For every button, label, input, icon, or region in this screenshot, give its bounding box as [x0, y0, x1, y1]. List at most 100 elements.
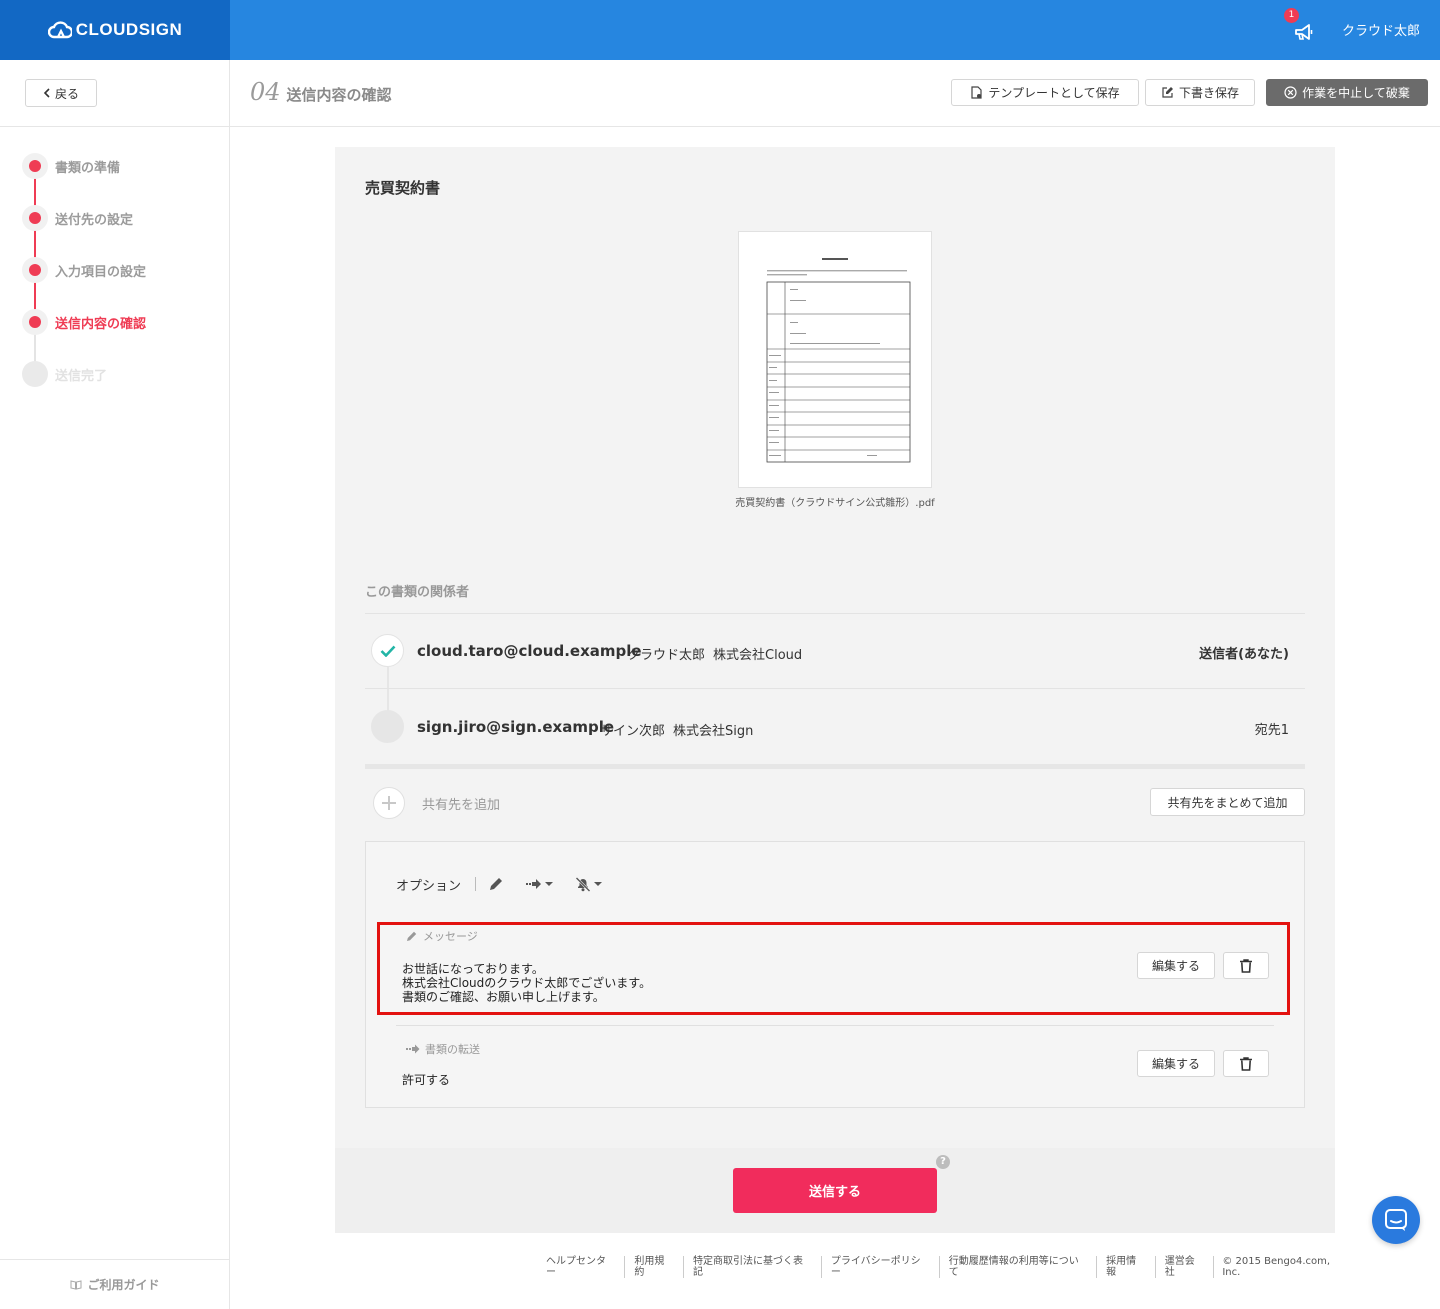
chevron-left-icon — [43, 88, 50, 98]
document-title: 売買契約書 — [365, 179, 441, 197]
party-company: 株式会社Sign — [673, 724, 754, 739]
sidebar-step-fields: 入力項目の設定 — [22, 257, 146, 283]
book-icon — [70, 1279, 82, 1290]
cloud-logo-icon — [47, 21, 72, 39]
step-label: 送信完了 — [55, 368, 108, 384]
forward-arrow-icon — [406, 1044, 420, 1054]
save-draft-button[interactable]: 下書き保存 — [1145, 79, 1255, 106]
party-row-recipient: sign.jiro@sign.example サイン次郎 株式会社Sign 宛先… — [365, 689, 1305, 763]
add-share-button[interactable] — [373, 787, 405, 819]
forwarding-option: 書類の転送 許可する 編集する — [396, 1041, 1276, 1091]
footer-link-help[interactable]: ヘルプセンター — [540, 1256, 626, 1278]
party-email: cloud.taro@cloud.example — [417, 642, 642, 660]
pencil-icon — [490, 878, 503, 890]
party-role: 宛先1 — [1254, 723, 1289, 738]
forward-option-dropdown[interactable] — [526, 878, 554, 890]
send-help-icon[interactable]: ? — [936, 1155, 950, 1169]
plus-icon — [382, 796, 396, 810]
step-dot — [22, 309, 48, 335]
chat-support-button[interactable] — [1372, 1196, 1420, 1244]
message-body: お世話になっております。 株式会社Cloudのクラウド太郎でございます。 書類の… — [402, 962, 652, 1004]
party-row-sender: cloud.taro@cloud.example クラウド太郎 株式会社Clou… — [365, 614, 1305, 688]
footer-link-careers[interactable]: 採用情報 — [1097, 1256, 1156, 1278]
parties-section-title: この書類の関係者 — [365, 585, 470, 600]
bell-off-icon — [575, 877, 591, 892]
footer-link-terms[interactable]: 利用規約 — [625, 1256, 684, 1278]
user-menu[interactable]: クラウド太郎 — [1342, 20, 1420, 39]
trash-icon — [1240, 1056, 1252, 1071]
caret-down-icon — [594, 882, 603, 886]
back-button[interactable]: 戻る — [25, 79, 97, 107]
divider — [396, 1025, 1274, 1026]
forwarding-label-row: 書類の転送 — [406, 1041, 480, 1057]
brand-name: CLOUDSIGN — [75, 20, 183, 39]
sidebar-step-complete: 送信完了 — [22, 361, 107, 387]
step-dot — [22, 153, 48, 179]
sidebar-step-recipients: 送付先の設定 — [22, 205, 133, 231]
sub-header-left: 戻る — [0, 60, 230, 126]
step-dot — [22, 361, 48, 387]
footer-link-company[interactable]: 運営会社 — [1156, 1256, 1215, 1278]
message-label-row: メッセージ — [406, 928, 478, 944]
step-number: 04 — [250, 78, 281, 106]
edit-forwarding-button[interactable]: 編集する — [1137, 1050, 1215, 1077]
sidebar-step-prepare: 書類の準備 — [22, 153, 120, 179]
options-toolbar: オプション — [396, 874, 624, 894]
step-label: 入力項目の設定 — [55, 264, 147, 280]
add-share-label[interactable]: 共有先を追加 — [422, 794, 500, 813]
announcement-button[interactable]: 1 — [1284, 8, 1315, 44]
notification-option-dropdown[interactable] — [575, 876, 603, 892]
edit-square-icon — [1162, 87, 1173, 98]
send-area: 送信する ? — [335, 1148, 1335, 1233]
trash-icon — [1240, 958, 1252, 973]
party-status — [371, 634, 404, 667]
sidebar-step-confirm: 送信内容の確認 — [22, 309, 146, 335]
check-icon — [380, 645, 395, 657]
party-name: クラウド太郎 — [627, 648, 706, 663]
back-label: 戻る — [54, 86, 79, 101]
footer-link-behavior-data[interactable]: 行動履歴情報の利用等について — [940, 1256, 1098, 1278]
document-preview-image — [766, 258, 911, 463]
options-title: オプション — [396, 878, 462, 894]
bulk-add-share-button[interactable]: 共有先をまとめて追加 — [1150, 788, 1305, 816]
save-as-template-button[interactable]: テンプレートとして保存 — [951, 79, 1139, 106]
user-guide-link[interactable]: ご利用ガイド — [0, 1259, 230, 1309]
forwarding-label: 書類の転送 — [425, 1043, 480, 1056]
party-company: 株式会社Cloud — [713, 648, 803, 663]
card-content: 売買契約書 売買契約書（クラウドサイン公式雛形）.pdf この書類の関係者 cl… — [335, 147, 1335, 1148]
progress-line-done — [34, 166, 36, 324]
close-circle-icon — [1284, 86, 1297, 99]
pencil-icon — [407, 931, 417, 941]
party-email: sign.jiro@sign.example — [417, 718, 615, 736]
notification-badge: 1 — [1284, 8, 1299, 23]
step-label: 書類の準備 — [55, 160, 121, 176]
message-option: メッセージ お世話になっております。 株式会社Cloudのクラウド太郎でございま… — [396, 928, 1276, 1014]
delete-forwarding-button[interactable] — [1223, 1050, 1269, 1077]
forward-arrow-icon — [526, 879, 542, 889]
message-option-button[interactable] — [488, 876, 504, 892]
sub-header: 戻る 04 送信内容の確認 テンプレートとして保存 下書き保存 作業を中止して破… — [0, 60, 1440, 127]
guide-label: ご利用ガイド — [87, 1278, 160, 1292]
caret-down-icon — [545, 882, 554, 886]
party-status-pending — [371, 710, 404, 743]
template-file-icon — [971, 86, 982, 99]
footer: ヘルプセンター 利用規約 特定商取引法に基づく表記 プライバシーポリシー 行動履… — [540, 1256, 1350, 1278]
step-label: 送付先の設定 — [55, 212, 134, 228]
page-title: 04 送信内容の確認 — [250, 78, 392, 106]
brand-logo[interactable]: CLOUDSIGN — [0, 0, 230, 60]
toolbar-separator — [475, 877, 477, 891]
footer-link-commerce-act[interactable]: 特定商取引法に基づく表記 — [684, 1256, 822, 1278]
options-panel: オプション メッセージ お世話になっております。 株式会社Cloudのクラウド太… — [365, 841, 1305, 1108]
save-draft-label: 下書き保存 — [1178, 86, 1239, 100]
message-label: メッセージ — [423, 930, 478, 943]
step-label: 送信内容の確認 — [55, 316, 147, 332]
chat-icon — [1385, 1209, 1407, 1231]
discard-button[interactable]: 作業を中止して破棄 — [1266, 79, 1428, 106]
confirmation-card: 売買契約書 売買契約書（クラウドサイン公式雛形）.pdf この書類の関係者 cl… — [335, 147, 1335, 1233]
step-dot — [22, 257, 48, 283]
document-thumbnail[interactable] — [738, 231, 932, 488]
send-button[interactable]: 送信する — [733, 1168, 937, 1213]
footer-link-privacy[interactable]: プライバシーポリシー — [822, 1256, 940, 1278]
delete-message-button[interactable] — [1223, 952, 1269, 979]
edit-message-button[interactable]: 編集する — [1137, 952, 1215, 979]
